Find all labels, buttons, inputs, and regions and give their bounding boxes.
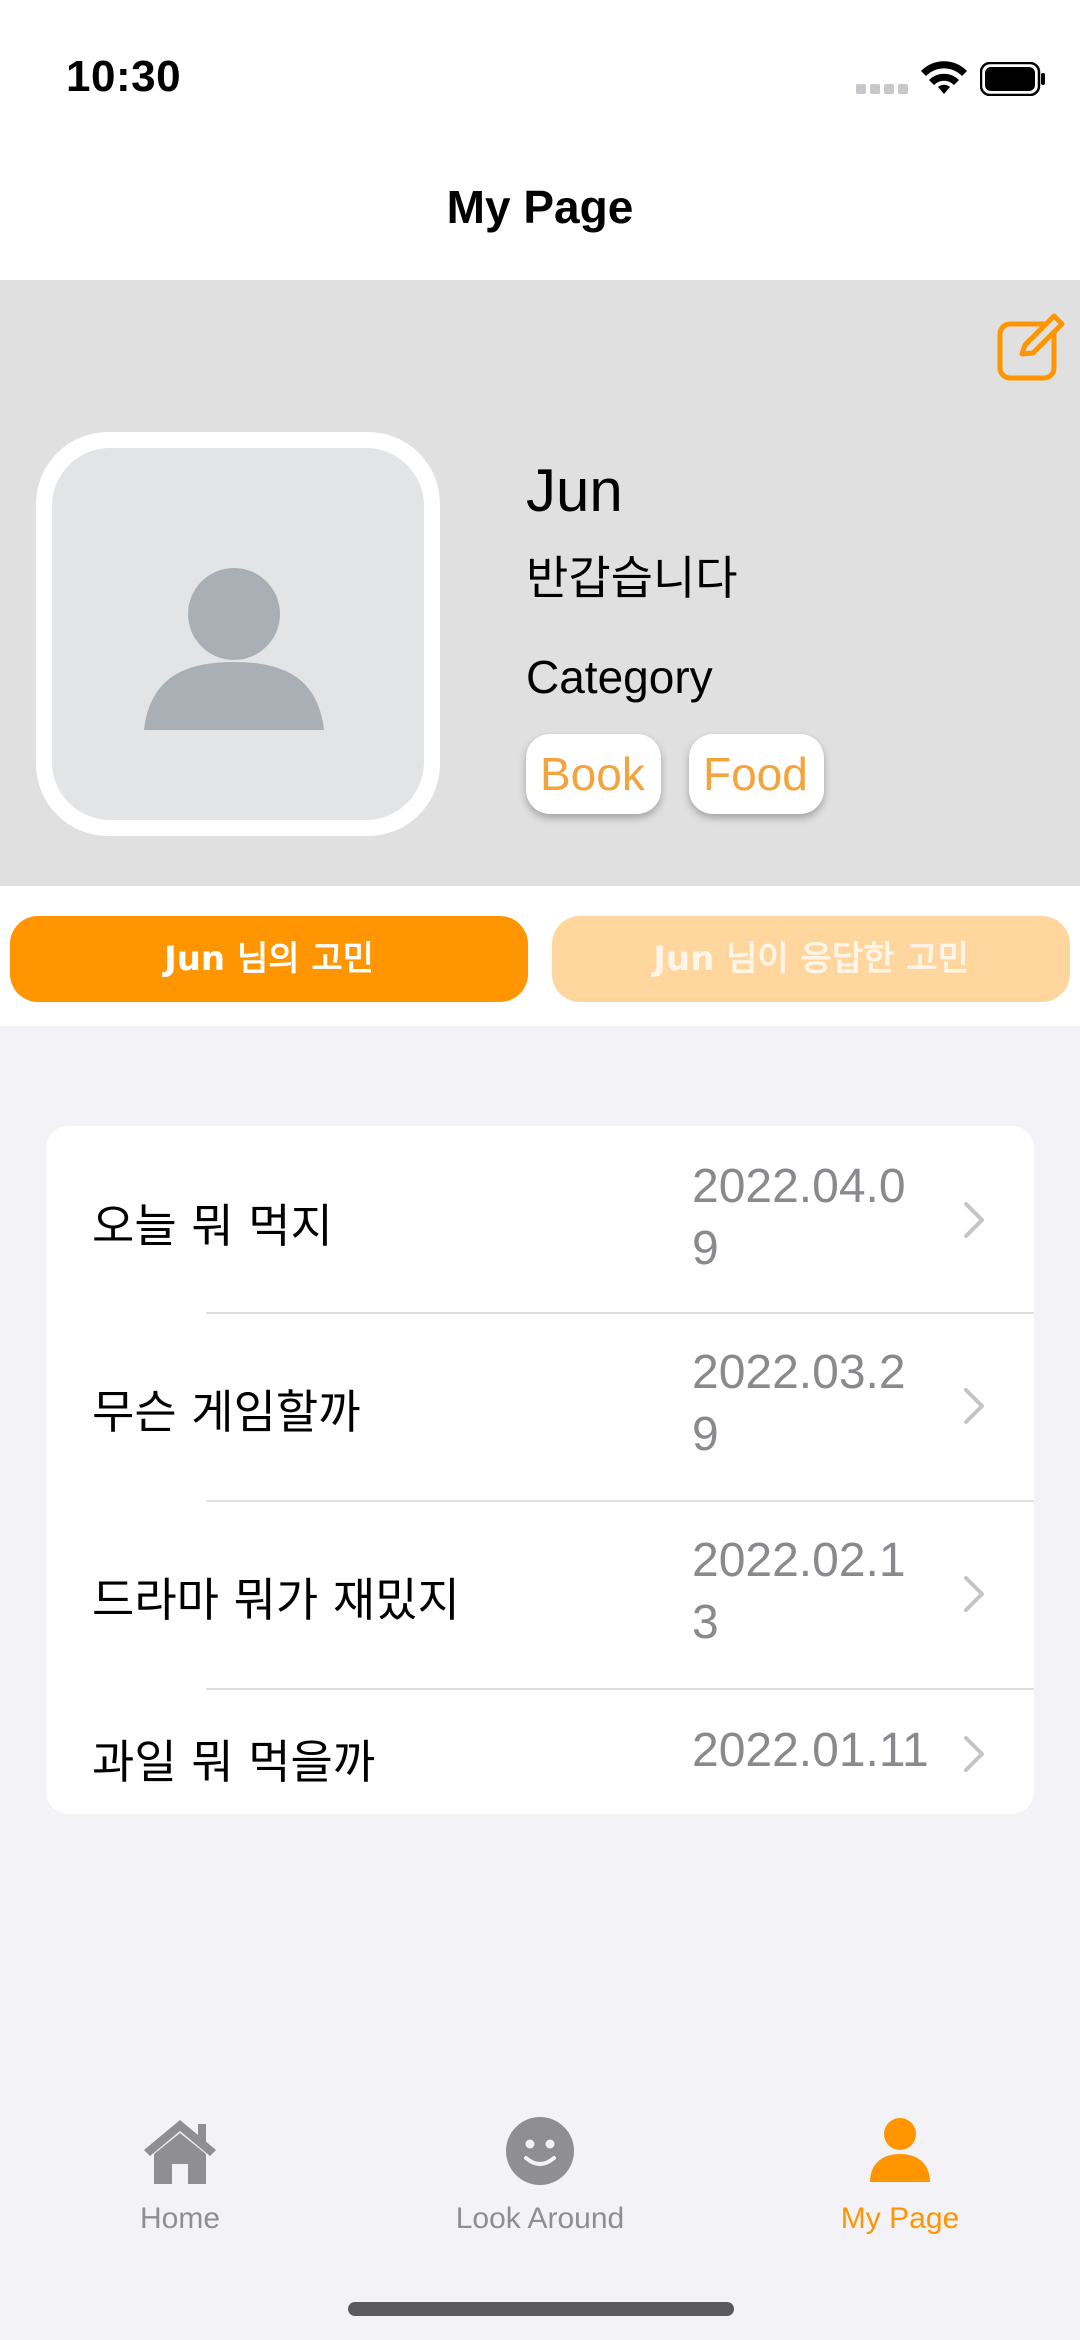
chevron-right-icon: [964, 1736, 984, 1772]
post-date: 2022.01.11: [692, 1724, 929, 1777]
tab-label: Look Around: [455, 2202, 625, 2235]
post-title: 드라마 뭐가 재밌지: [92, 1573, 460, 1627]
tab-bar: Home Look Around My Page: [0, 2080, 1080, 2340]
post-title: 과일 뭐 먹을까: [92, 1735, 376, 1789]
tab-look-around[interactable]: Look Around: [360, 2080, 720, 2260]
home-indicator[interactable]: [348, 2302, 734, 2316]
tab-home[interactable]: Home: [0, 2080, 360, 2260]
answered-worries-tab[interactable]: Jun 님이 응답한 고민: [552, 916, 1070, 1002]
post-date: 2022.02.13: [692, 1534, 906, 1649]
list-item[interactable]: 드라마 뭐가 재밌지 2022.02.13: [46, 1502, 1034, 1688]
category-chip-book[interactable]: Book: [526, 734, 661, 814]
chevron-right-icon: [964, 1388, 984, 1424]
avatar-placeholder: [52, 448, 424, 820]
edit-profile-icon[interactable]: [994, 312, 1066, 384]
list-item[interactable]: 무슨 게임할까 2022.03.29: [46, 1314, 1034, 1500]
smiley-icon: [506, 2117, 574, 2185]
my-worries-tab[interactable]: Jun 님의 고민: [10, 916, 528, 1002]
profile-section: Jun 반갑습니다 Category Book Food: [0, 280, 1080, 886]
user-greeting: 반갑습니다: [526, 551, 738, 605]
post-date: 2022.04.09: [692, 1160, 906, 1275]
page-title: My Page: [446, 181, 634, 233]
person-silhouette-icon: [144, 568, 324, 730]
chevron-right-icon: [964, 1576, 984, 1612]
list-item[interactable]: 과일 뭐 먹을까 2022.01.11: [46, 1690, 1034, 1814]
cellular-signal-icon: [856, 84, 908, 94]
post-title: 오늘 뭐 먹지: [92, 1199, 333, 1253]
tab-label: My Page: [840, 2202, 960, 2235]
tab-my-page[interactable]: My Page: [720, 2080, 1080, 2260]
user-name: Jun: [526, 457, 623, 524]
home-icon: [144, 2120, 216, 2184]
person-icon: [870, 2118, 930, 2182]
status-time: 10:30: [66, 52, 182, 101]
list-item[interactable]: 오늘 뭐 먹지 2022.04.09: [46, 1126, 1034, 1312]
chevron-right-icon: [964, 1202, 984, 1238]
post-date: 2022.03.29: [692, 1346, 906, 1461]
segment-control: Jun 님의 고민 Jun 님이 응답한 고민: [0, 886, 1080, 1026]
tab-label: Home: [139, 2202, 221, 2235]
category-chip-food[interactable]: Food: [689, 734, 824, 814]
wifi-icon: [921, 61, 967, 94]
category-label: Category: [526, 651, 713, 703]
posts-list: 오늘 뭐 먹지 2022.04.09 무슨 게임할까 2022.03.29 드라…: [46, 1126, 1034, 1814]
avatar[interactable]: [36, 432, 440, 836]
post-title: 무슨 게임할까: [92, 1385, 361, 1439]
status-bar: 10:30: [0, 0, 1080, 150]
navigation-bar: My Page: [0, 150, 1080, 280]
battery-icon: [980, 62, 1045, 96]
